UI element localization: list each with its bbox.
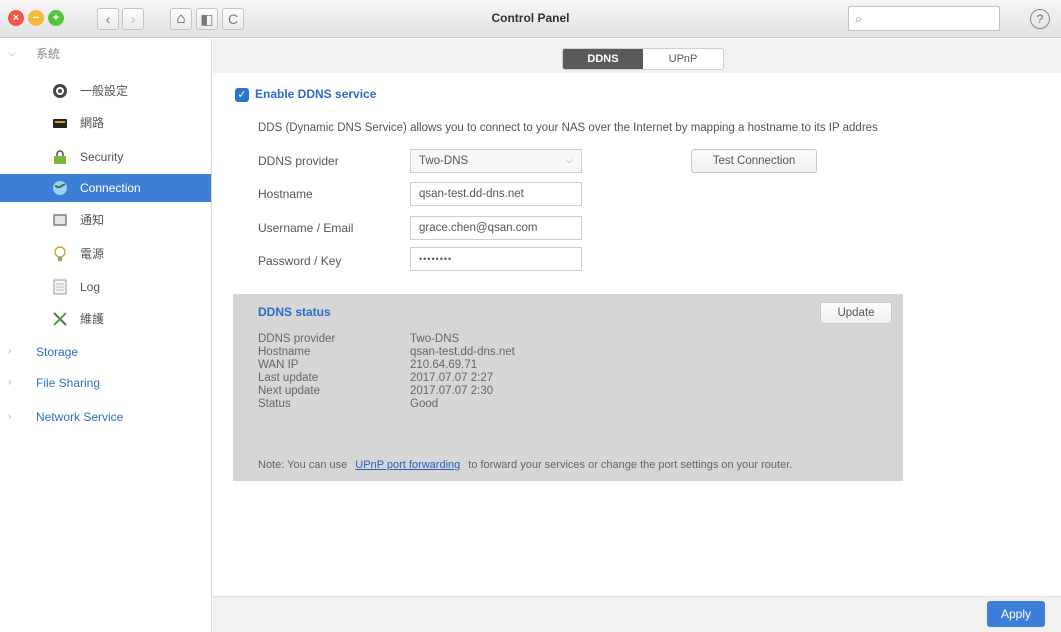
- home-icon: ⌂: [176, 10, 186, 27]
- sidebar-item-security[interactable]: Security: [0, 143, 211, 171]
- status-value: 210.64.69.71: [410, 359, 478, 371]
- sidebar-item-label: 電源: [80, 247, 105, 261]
- tab-group: DDNS UPnP: [562, 48, 724, 70]
- search-icon: ⌕: [855, 11, 863, 26]
- bulb-icon: [52, 246, 68, 262]
- status-label: Last update: [258, 372, 319, 384]
- sidebar-item-network[interactable]: 網路: [0, 109, 211, 137]
- password-field[interactable]: ••••••••: [410, 247, 582, 271]
- status-value: qsan-test.dd-dns.net: [410, 346, 515, 358]
- status-label: Hostname: [258, 346, 311, 358]
- status-label: WAN IP: [258, 359, 299, 371]
- chevron-right-icon: ›: [8, 377, 12, 388]
- network-icon: [52, 115, 68, 131]
- sidebar-item-label: 通知: [80, 213, 105, 227]
- ddns-status-panel: DDNS status Update DDNS provider Two-DNS…: [233, 294, 903, 481]
- enable-ddns-checkbox[interactable]: ✓: [235, 88, 249, 102]
- enable-ddns-label[interactable]: Enable DDNS service: [255, 87, 376, 101]
- sidebar-section-storage[interactable]: › Storage: [0, 341, 211, 363]
- tools-icon: [52, 311, 68, 327]
- username-label: Username / Email: [258, 221, 354, 235]
- back-button[interactable]: ‹: [97, 8, 119, 30]
- notification-icon: [52, 212, 68, 228]
- lock-icon: [52, 149, 68, 165]
- sidebar-item-general[interactable]: 一般設定: [0, 77, 211, 105]
- sidebar-item-label: 維護: [80, 312, 105, 326]
- toggle-panel-button[interactable]: ◧: [196, 8, 218, 30]
- home-button[interactable]: ⌂: [170, 8, 192, 30]
- ddns-provider-label: DDNS provider: [258, 154, 339, 168]
- chevron-left-icon: ‹: [105, 11, 111, 27]
- help-icon: ?: [1036, 12, 1044, 26]
- sidebar-section-label: 系統: [36, 47, 61, 61]
- gear-icon: [52, 83, 68, 99]
- status-note: Note: You can use UPnP port forwarding to …: [258, 459, 792, 471]
- forward-button[interactable]: ›: [122, 8, 144, 30]
- status-label: Next update: [258, 385, 321, 397]
- sidebar-item-notification[interactable]: 通知: [0, 206, 211, 234]
- bottom-bar: Apply: [213, 596, 1061, 632]
- ddns-description: DDS (Dynamic DNS Service) allows you to …: [258, 122, 878, 134]
- chevron-right-icon: ›: [8, 411, 12, 422]
- username-field[interactable]: grace.chen@qsan.com: [410, 216, 582, 240]
- update-button[interactable]: Update: [820, 302, 892, 324]
- upnp-port-forwarding-link[interactable]: UPnP port forwarding: [355, 459, 460, 471]
- log-icon: [52, 279, 68, 295]
- sidebar-item-label: Connection: [80, 181, 141, 195]
- sidebar-item-power[interactable]: 電源: [0, 240, 211, 268]
- minimize-window-button[interactable]: −: [28, 10, 44, 26]
- tab-ddns[interactable]: DDNS: [563, 49, 643, 69]
- apply-button[interactable]: Apply: [987, 601, 1045, 627]
- sidebar-item-connection[interactable]: Connection: [0, 174, 211, 202]
- search-input[interactable]: ⌕: [848, 6, 1000, 31]
- note-prefix: Note: You can use: [258, 459, 348, 471]
- title-bar: × − + ‹ › ⌂ ◧ C Control Panel ⌕ ?: [0, 0, 1061, 38]
- sidebar-item-label: 網路: [80, 116, 105, 130]
- sidebar-section-file-sharing[interactable]: › File Sharing: [0, 372, 211, 394]
- sidebar-section-label: Network Service: [36, 410, 124, 424]
- sidebar-section-system[interactable]: ⌵ 系統: [0, 43, 211, 65]
- test-connection-button[interactable]: Test Connection: [691, 149, 817, 173]
- sidebar-item-maintenance[interactable]: 維護: [0, 305, 211, 333]
- sidebar: ⌵ 系統 一般設定 網路 Security Connection 通知 電源 L…: [0, 39, 212, 632]
- status-value: Good: [410, 398, 439, 410]
- sidebar-section-label: File Sharing: [36, 376, 101, 390]
- ddns-status-title: DDNS status: [258, 305, 331, 319]
- ddns-provider-value: Two-DNS: [419, 155, 469, 167]
- status-label: DDNS provider: [258, 333, 336, 345]
- main-content: DDNS UPnP ✓ Enable DDNS service DDS (Dyn…: [213, 39, 1061, 632]
- hostname-label: Hostname: [258, 187, 313, 201]
- help-button[interactable]: ?: [1030, 9, 1050, 29]
- sidebar-item-label: Log: [80, 280, 101, 294]
- ddns-provider-select[interactable]: Two-DNS ⌵: [410, 149, 582, 173]
- close-window-button[interactable]: ×: [8, 10, 24, 26]
- refresh-icon: C: [227, 11, 239, 27]
- password-label: Password / Key: [258, 254, 342, 268]
- sidebar-item-label: Security: [80, 150, 124, 164]
- tab-strip: DDNS UPnP: [213, 39, 1061, 73]
- chevron-right-icon: ›: [8, 346, 12, 357]
- chevron-right-icon: ›: [130, 11, 136, 27]
- refresh-button[interactable]: C: [222, 8, 244, 30]
- sidebar-item-log[interactable]: Log: [0, 273, 211, 301]
- note-suffix: to forward your services or change the p…: [468, 459, 793, 471]
- sidebar-section-network-service[interactable]: › Network Service: [0, 406, 211, 428]
- panel-icon: ◧: [200, 11, 214, 27]
- tab-upnp[interactable]: UPnP: [643, 49, 723, 69]
- chevron-down-icon: ⌵: [8, 48, 16, 59]
- status-value: 2017.07.07 2:27: [410, 372, 494, 384]
- chevron-down-icon: ⌵: [565, 155, 573, 166]
- status-value: Two-DNS: [410, 333, 460, 345]
- hostname-field[interactable]: qsan-test.dd-dns.net: [410, 182, 582, 206]
- status-value: 2017.07.07 2:30: [410, 385, 494, 397]
- globe-icon: [52, 180, 68, 196]
- status-label: Status: [258, 398, 291, 410]
- sidebar-section-label: Storage: [36, 345, 79, 359]
- sidebar-item-label: 一般設定: [80, 84, 129, 98]
- maximize-window-button[interactable]: +: [48, 10, 64, 26]
